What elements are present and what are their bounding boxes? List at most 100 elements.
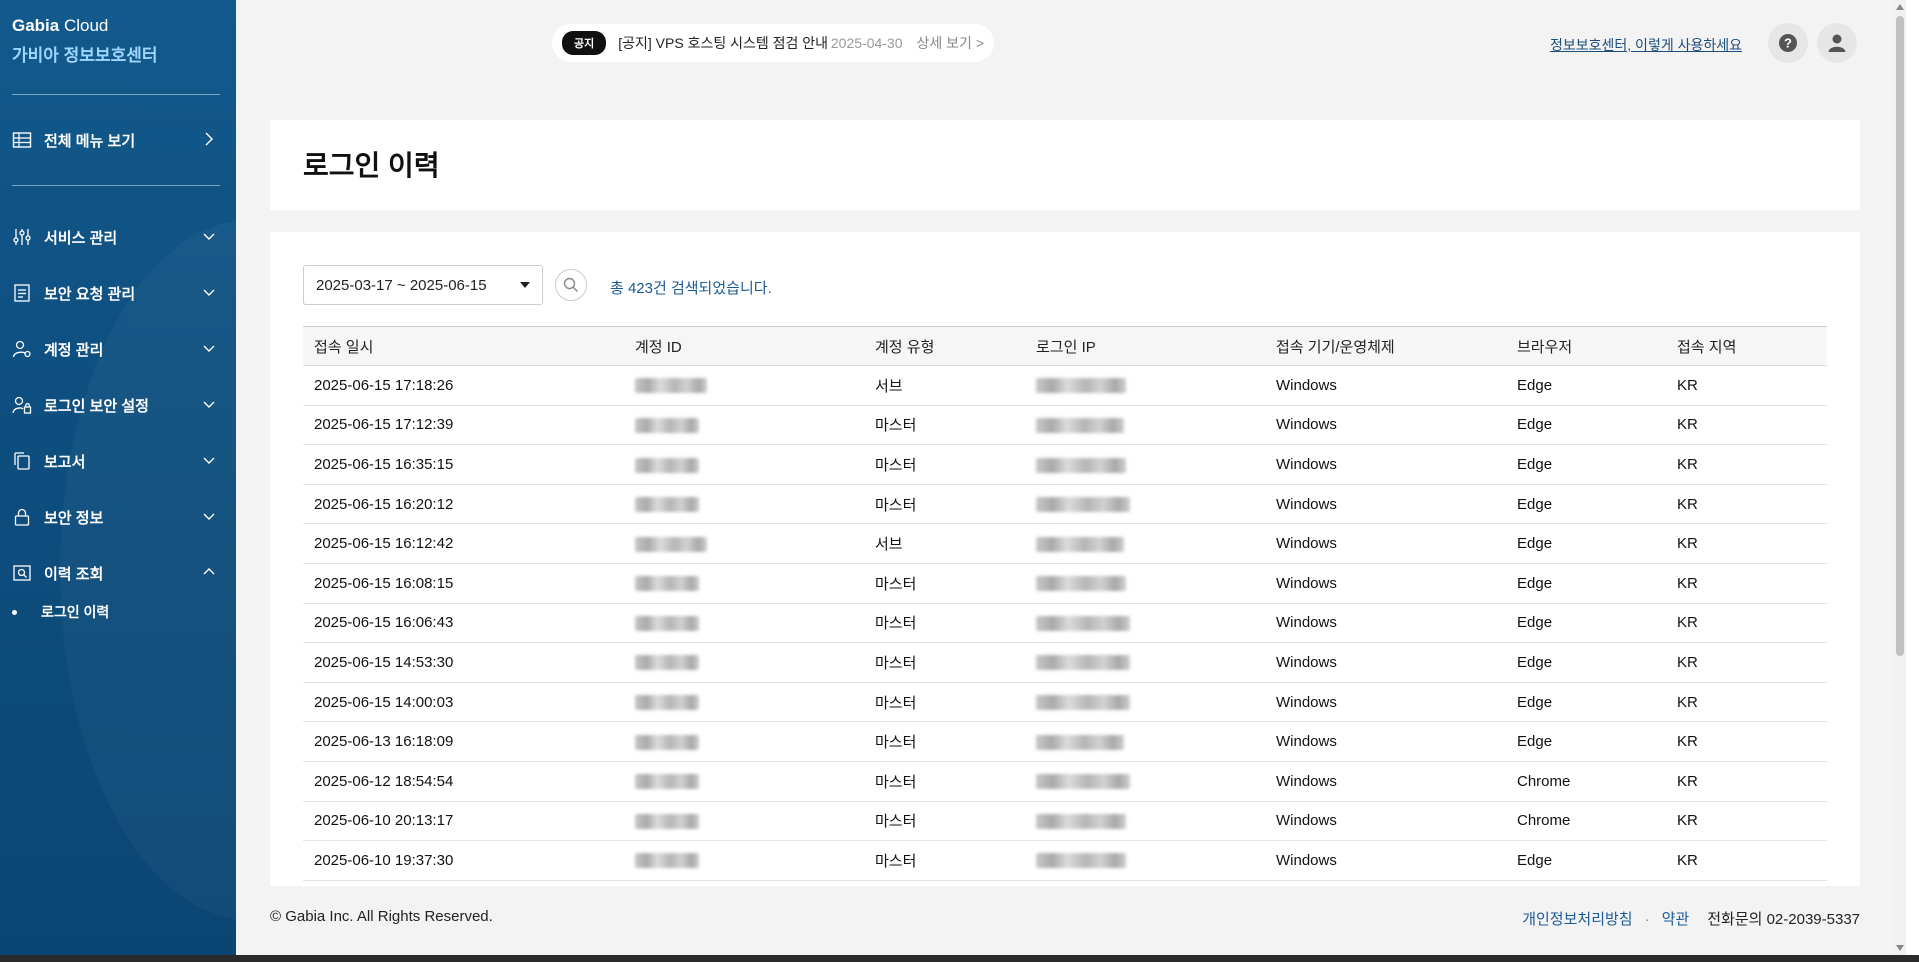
browser-cell: Edge bbox=[1506, 365, 1666, 406]
sliders-icon bbox=[13, 229, 31, 245]
history-search-icon bbox=[13, 565, 31, 581]
account-type-cell: 서브 bbox=[864, 365, 1025, 406]
redacted-value bbox=[635, 536, 707, 552]
region-cell: KR bbox=[1666, 563, 1827, 604]
divider bbox=[12, 185, 220, 186]
scroll-down-arrow-icon[interactable] bbox=[1896, 945, 1904, 951]
brand-logo[interactable]: Gabia Cloud 가비아 정보보호센터 bbox=[12, 16, 157, 66]
sidebar-subitem-login-history[interactable]: 로그인 이력 bbox=[12, 602, 109, 622]
privacy-policy-link[interactable]: 개인정보처리방침 bbox=[1522, 911, 1632, 928]
sidebar-item-account[interactable]: 계정 관리 bbox=[12, 337, 220, 361]
sidebar-item-label: 로그인 보안 설정 bbox=[44, 397, 149, 415]
table-row: 2025-06-10 19:37:30 마스터 Windows Edge KR bbox=[303, 840, 1827, 881]
sidebar-item-security-info[interactable]: 보안 정보 bbox=[12, 505, 220, 529]
region-cell: KR bbox=[1666, 642, 1827, 683]
region-cell: KR bbox=[1666, 603, 1827, 644]
scroll-up-arrow-icon[interactable] bbox=[1896, 4, 1904, 10]
account-type-cell: 마스터 bbox=[864, 603, 1025, 644]
redacted-value bbox=[1036, 378, 1126, 394]
login-ip-cell bbox=[1025, 840, 1265, 881]
contact-phone: 전화문의 02-2039-5337 bbox=[1707, 911, 1860, 928]
vertical-scrollbar[interactable] bbox=[1894, 0, 1906, 955]
table-row: 2025-06-12 18:54:54 마스터 Windows Chrome KR bbox=[303, 761, 1827, 802]
column-header: 계정 유형 bbox=[864, 326, 1025, 366]
search-icon bbox=[563, 277, 578, 292]
browser-cell: Edge bbox=[1506, 563, 1666, 604]
browser-cell: Chrome bbox=[1506, 761, 1666, 802]
help-button[interactable]: ? bbox=[1768, 23, 1808, 63]
redacted-value bbox=[1036, 417, 1124, 433]
login-history-card: 2025-03-17 ~ 2025-06-15 총 423건 검색되었습니다. … bbox=[270, 232, 1860, 886]
chevron-down-icon bbox=[203, 401, 215, 408]
caret-down-icon bbox=[520, 282, 530, 288]
chevron-down-icon bbox=[203, 513, 215, 520]
date-range-value: 2025-03-17 ~ 2025-06-15 bbox=[316, 276, 487, 294]
account-type-cell: 마스터 bbox=[864, 484, 1025, 525]
table-row: 2025-06-15 17:12:39 마스터 Windows Edge KR bbox=[303, 405, 1827, 446]
chevron-down-icon bbox=[203, 457, 215, 464]
redacted-value bbox=[1036, 576, 1126, 592]
os-cell: Windows bbox=[1265, 484, 1506, 525]
top-bar: 공지 [공지] VPS 호스팅 시스템 점검 안내 2025-04-30 상세 … bbox=[236, 0, 1895, 90]
scrollbar-thumb[interactable] bbox=[1896, 16, 1904, 656]
datetime-cell: 2025-06-15 17:12:39 bbox=[303, 405, 624, 446]
redacted-value bbox=[635, 457, 699, 473]
guide-link[interactable]: 정보보호센터, 이렇게 사용하세요 bbox=[1550, 35, 1742, 55]
table-row: 2025-06-15 14:00:03 마스터 Windows Edge KR bbox=[303, 682, 1827, 723]
terms-link[interactable]: 약관 bbox=[1662, 911, 1690, 928]
sidebar: Gabia Cloud 가비아 정보보호센터 전체 메뉴 보기 서비스 관리 보… bbox=[0, 0, 236, 955]
column-header: 접속 기기/운영체제 bbox=[1265, 326, 1506, 366]
sidebar-item-label: 서비스 관리 bbox=[44, 229, 118, 247]
user-settings-icon bbox=[12, 340, 31, 358]
notice-more-link[interactable]: 상세 보기 > bbox=[917, 33, 984, 53]
browser-cell: Edge bbox=[1506, 523, 1666, 564]
sidebar-item-security-request[interactable]: 보안 요청 관리 bbox=[12, 281, 220, 305]
account-id-cell bbox=[624, 405, 864, 446]
all-menu-label: 전체 메뉴 보기 bbox=[44, 132, 136, 150]
link-separator: · bbox=[1644, 911, 1650, 928]
os-cell: Windows bbox=[1265, 801, 1506, 842]
redacted-value bbox=[1036, 655, 1130, 671]
browser-cell: Edge bbox=[1506, 682, 1666, 723]
sidebar-item-login-security[interactable]: 로그인 보안 설정 bbox=[12, 393, 220, 417]
login-ip-cell bbox=[1025, 721, 1265, 762]
redacted-value bbox=[635, 734, 699, 750]
os-cell: Windows bbox=[1265, 721, 1506, 762]
search-button[interactable] bbox=[555, 269, 587, 301]
browser-cell: Edge bbox=[1506, 721, 1666, 762]
datetime-cell: 2025-06-15 16:20:12 bbox=[303, 484, 624, 525]
os-cell: Windows bbox=[1265, 365, 1506, 406]
account-type-cell: 마스터 bbox=[864, 642, 1025, 683]
datetime-cell: 2025-06-15 17:18:26 bbox=[303, 365, 624, 406]
window-edge bbox=[1906, 0, 1919, 955]
browser-cell: Edge bbox=[1506, 444, 1666, 485]
all-menu-button[interactable]: 전체 메뉴 보기 bbox=[12, 128, 220, 152]
account-type-cell: 마스터 bbox=[864, 563, 1025, 604]
redacted-value bbox=[635, 417, 699, 433]
os-cell: Windows bbox=[1265, 682, 1506, 723]
copy-icon bbox=[14, 452, 30, 470]
os-cell: Windows bbox=[1265, 444, 1506, 485]
sidebar-item-report[interactable]: 보고서 bbox=[12, 449, 220, 473]
sidebar-item-history[interactable]: 이력 조회 bbox=[12, 561, 220, 585]
login-ip-cell bbox=[1025, 523, 1265, 564]
date-range-select[interactable]: 2025-03-17 ~ 2025-06-15 bbox=[303, 265, 543, 305]
profile-button[interactable] bbox=[1817, 23, 1857, 63]
datetime-cell: 2025-06-15 16:06:43 bbox=[303, 603, 624, 644]
account-id-cell bbox=[624, 365, 864, 406]
redacted-value bbox=[1036, 497, 1130, 513]
account-type-cell: 마스터 bbox=[864, 840, 1025, 881]
notice-title[interactable]: [공지] VPS 호스팅 시스템 점검 안내 bbox=[618, 33, 831, 53]
copyright: © Gabia Inc. All Rights Reserved. bbox=[270, 908, 493, 925]
user-lock-icon bbox=[12, 396, 32, 414]
datetime-cell: 2025-06-13 16:18:09 bbox=[303, 721, 624, 762]
sidebar-item-service[interactable]: 서비스 관리 bbox=[12, 225, 220, 249]
redacted-value bbox=[1036, 615, 1130, 631]
login-ip-cell bbox=[1025, 603, 1265, 644]
region-cell: KR bbox=[1666, 801, 1827, 842]
sidebar-item-label: 이력 조회 bbox=[44, 565, 104, 583]
column-header: 접속 일시 bbox=[303, 326, 624, 366]
redacted-value bbox=[1036, 774, 1130, 790]
notice-banner[interactable]: 공지 [공지] VPS 호스팅 시스템 점검 안내 2025-04-30 상세 … bbox=[552, 24, 994, 62]
browser-cell: Edge bbox=[1506, 603, 1666, 644]
